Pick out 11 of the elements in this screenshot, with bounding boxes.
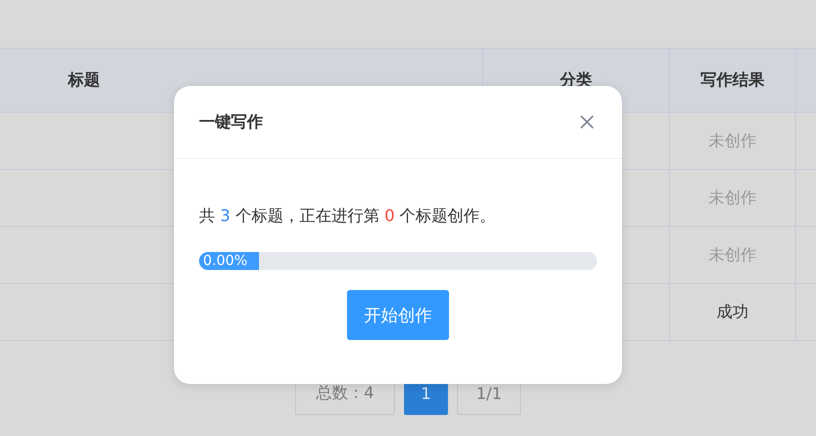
table-cell: 未创作 (708, 188, 756, 208)
column-header: 写作结果 (700, 70, 764, 91)
table-cell: 未创作 (708, 130, 756, 152)
table-cell: 成功 (716, 302, 748, 322)
column-header: 标题 (68, 70, 100, 91)
start-button[interactable]: 开始创作 (347, 290, 449, 340)
dialog-title: 一键写作 (199, 112, 263, 132)
close-icon[interactable] (580, 115, 594, 129)
progress-message: 共 3 个标题，正在进行第 0 个标题创作。 (199, 205, 497, 227)
table-cell: 未创作 (708, 244, 756, 266)
progress-fill: 0.00% (199, 252, 259, 270)
